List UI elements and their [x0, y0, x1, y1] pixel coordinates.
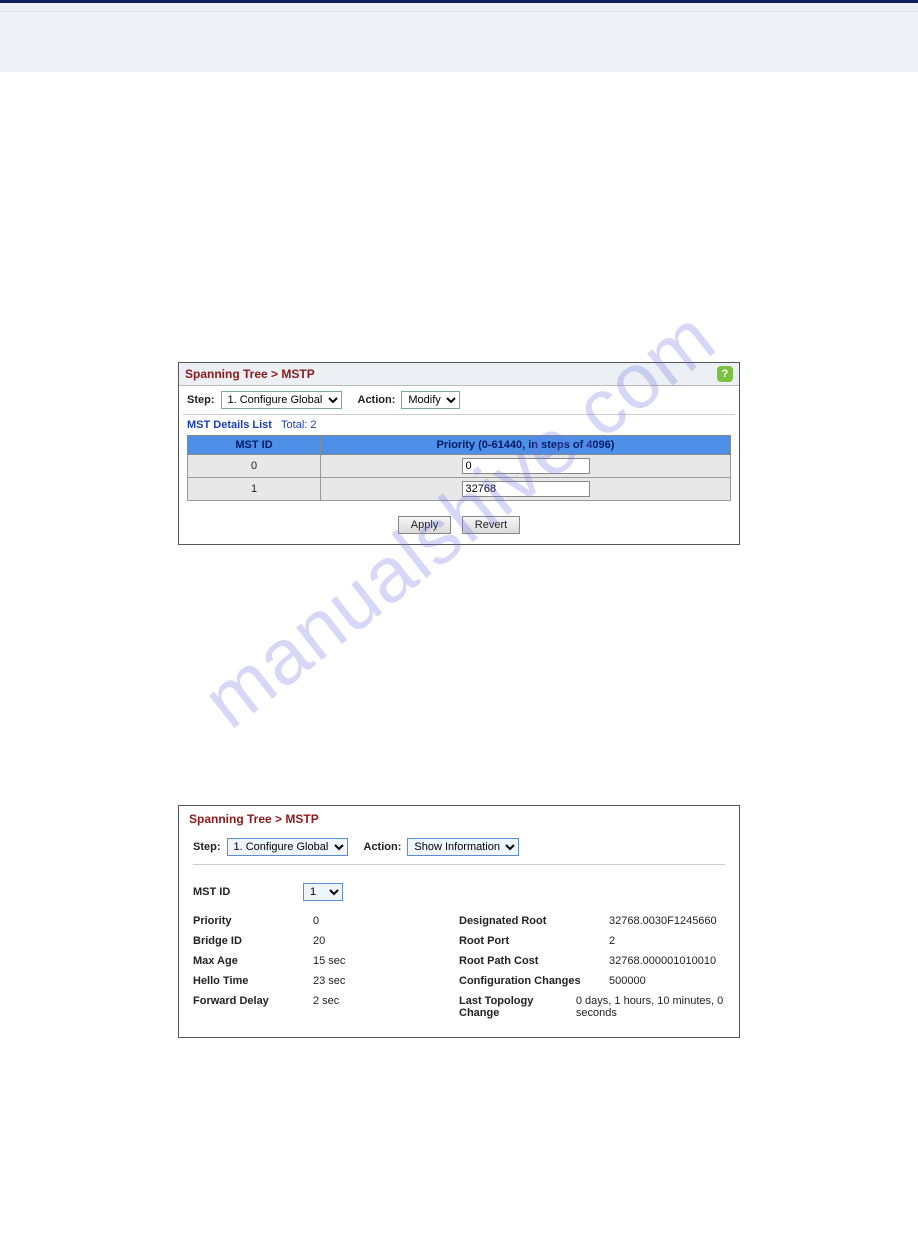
action-label: Action: [358, 394, 396, 406]
hello-value: 23 sec [313, 975, 345, 987]
topo-value: 0 days, 1 hours, 10 minutes, 0 seconds [576, 995, 725, 1019]
info-columns: Priority0 Bridge ID20 Max Age15 sec Hell… [193, 911, 725, 1023]
total-label: Total: [281, 419, 307, 431]
list-title-text: MST Details List [187, 419, 272, 431]
step-label: Step: [193, 841, 221, 853]
action-select[interactable]: Modify [401, 391, 460, 409]
table-row: 1 [188, 478, 731, 501]
mstid-select[interactable]: 1 [303, 883, 343, 901]
priority-value: 0 [313, 915, 319, 927]
priority-input[interactable] [462, 458, 590, 474]
header-strip [0, 12, 918, 72]
priority-input[interactable] [462, 481, 590, 497]
help-icon[interactable]: ? [717, 366, 733, 382]
step-action-row: Step: 1. Configure Global Action: Modify [179, 386, 739, 414]
breadcrumb: Spanning Tree > MSTP [189, 812, 319, 826]
desroot-value: 32768.0030F1245660 [609, 915, 717, 927]
desroot-label: Designated Root [459, 915, 609, 927]
maxage-value: 15 sec [313, 955, 345, 967]
list-title: MST Details List Total: 2 [179, 415, 739, 435]
mstid-cell: 0 [188, 455, 321, 478]
hello-label: Hello Time [193, 975, 313, 987]
topo-label: Last Topology Change [459, 995, 576, 1019]
rootcost-value: 32768.000001010010 [609, 955, 716, 967]
mst-details-table: MST ID Priority (0-61440, in steps of 40… [187, 435, 731, 501]
rootcost-label: Root Path Cost [459, 955, 609, 967]
apply-button[interactable]: Apply [398, 516, 452, 534]
rootport-value: 2 [609, 935, 615, 947]
fwd-value: 2 sec [313, 995, 339, 1007]
button-bar: Apply Revert [179, 509, 739, 544]
cfg-value: 500000 [609, 975, 646, 987]
maxage-label: Max Age [193, 955, 313, 967]
panel-header: Spanning Tree > MSTP [179, 806, 739, 828]
step-action-row: Step: 1. Configure Global Action: Show I… [193, 834, 725, 860]
panel-header: Spanning Tree > MSTP ? [179, 363, 739, 386]
step-select[interactable]: 1. Configure Global [221, 391, 342, 409]
action-label: Action: [364, 841, 402, 853]
step-select[interactable]: 1. Configure Global [227, 838, 348, 856]
mstid-row: MST ID 1 [193, 875, 725, 911]
col-priority: Priority (0-61440, in steps of 4096) [321, 436, 731, 455]
rootport-label: Root Port [459, 935, 609, 947]
mstid-cell: 1 [188, 478, 321, 501]
bridgeid-value: 20 [313, 935, 325, 947]
priority-label: Priority [193, 915, 313, 927]
action-select[interactable]: Show Information [407, 838, 519, 856]
mstp-info-panel: Spanning Tree > MSTP Step: 1. Configure … [178, 805, 740, 1038]
mstp-modify-panel: Spanning Tree > MSTP ? Step: 1. Configur… [178, 362, 740, 545]
fwd-label: Forward Delay [193, 995, 313, 1007]
breadcrumb: Spanning Tree > MSTP [185, 367, 315, 381]
step-label: Step: [187, 394, 215, 406]
bridgeid-label: Bridge ID [193, 935, 313, 947]
header-divider [0, 0, 918, 12]
table-row: 0 [188, 455, 731, 478]
total-value: 2 [310, 419, 316, 431]
revert-button[interactable]: Revert [462, 516, 520, 534]
col-mstid: MST ID [188, 436, 321, 455]
cfg-label: Configuration Changes [459, 975, 609, 987]
mstid-label: MST ID [193, 886, 293, 898]
